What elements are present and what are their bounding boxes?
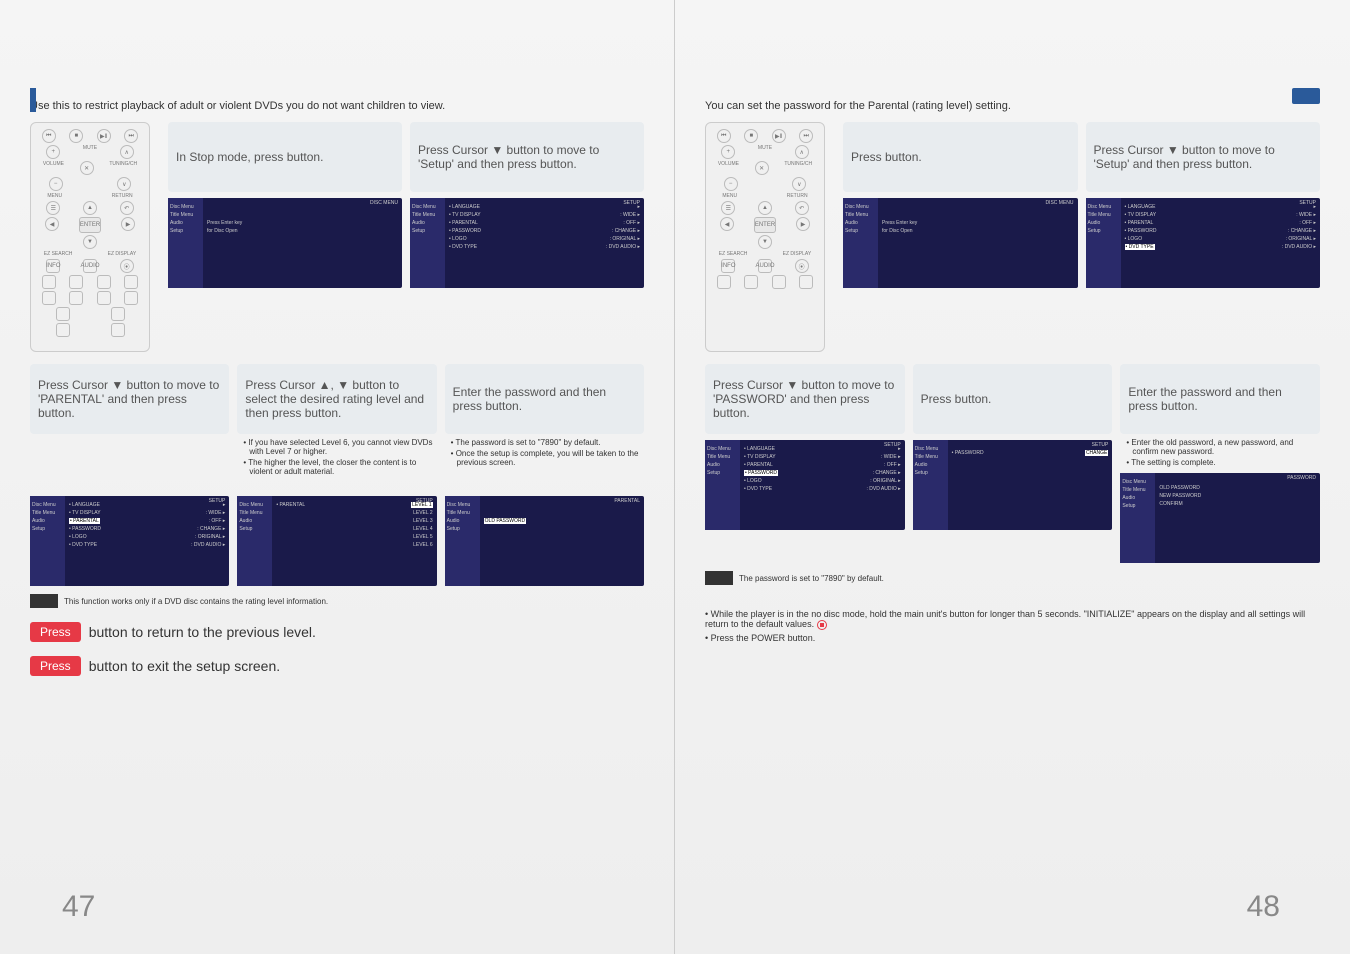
stop-icon bbox=[817, 620, 827, 630]
step-5-right-notes: Enter the old password, a new password, … bbox=[1120, 438, 1320, 467]
step-5-right-text: Enter the password and then press button… bbox=[1120, 364, 1320, 434]
page-spread: Use this to restrict playback of adult o… bbox=[0, 0, 1350, 954]
screenshot-change: SETUP Disc MenuTitle MenuAudioSetup • PA… bbox=[913, 440, 1113, 530]
page-number-right: 48 bbox=[1247, 890, 1280, 924]
note-text: This function works only if a DVD disc c… bbox=[64, 597, 328, 606]
row-2-heads: Press Cursor ▼ button to move to 'PARENT… bbox=[30, 364, 644, 478]
screenshot-disc-menu: DISC MENU Disc MenuTitle MenuAudioSetup … bbox=[168, 198, 402, 288]
step-2-right-text: Press Cursor ▼ button to move to 'Setup'… bbox=[1086, 122, 1321, 192]
step-4-text: Press Cursor ▲, ▼ button to select the d… bbox=[237, 364, 436, 434]
note-row: This function works only if a DVD disc c… bbox=[30, 594, 644, 608]
step-1-right-text: Press button. bbox=[843, 122, 1078, 192]
note-row-right: The password is set to "7890" by default… bbox=[705, 571, 1320, 585]
step-5-text: Enter the password and then press button… bbox=[445, 364, 644, 434]
row-1-right: ⏮■▶Ⅱ⏭ +MUTE∧ VOLUME✕TUNING/CH −∨ MENURET… bbox=[705, 122, 1320, 352]
screenshot-password-fields: PASSWORD Disc MenuTitle MenuAudioSetup O… bbox=[1120, 473, 1320, 563]
intro-text-right: You can set the password for the Parenta… bbox=[705, 100, 1320, 112]
note-tag bbox=[705, 571, 733, 585]
screenshot-old-password: PARENTAL Disc MenuTitle MenuAudioSetup O… bbox=[445, 496, 644, 586]
step-1-text: In Stop mode, press button. bbox=[168, 122, 402, 192]
step-1-right: Press button. DISC MENU Disc MenuTitle M… bbox=[843, 122, 1078, 352]
row-1: ⏮■▶Ⅱ⏭ +MUTE∧ VOLUME✕TUNING/CH −∨ MENURET… bbox=[30, 122, 644, 352]
heading-bar bbox=[30, 88, 36, 112]
step-5-notes: The password is set to "7890" by default… bbox=[445, 438, 644, 467]
step-3-text: Press Cursor ▼ button to move to 'PARENT… bbox=[30, 364, 229, 434]
screenshot-levels: SETUP Disc MenuTitle MenuAudioSetup • PA… bbox=[237, 496, 436, 586]
note-tag bbox=[30, 594, 58, 608]
page-number: 47 bbox=[62, 890, 95, 924]
press-pill: Press bbox=[30, 622, 81, 642]
footer-exit: Press button to exit the setup screen. bbox=[30, 656, 644, 676]
step-2: Press Cursor ▼ button to move to 'Setup'… bbox=[410, 122, 644, 352]
screenshot-disc-right: DISC MENU Disc MenuTitle MenuAudioSetup … bbox=[843, 198, 1078, 288]
remote-illustration: ⏮■▶Ⅱ⏭ +MUTE∧ VOLUME✕TUNING/CH −∨ MENURET… bbox=[30, 122, 150, 352]
row-2-right: Press Cursor ▼ button to move to 'PASSWO… bbox=[705, 364, 1320, 563]
step-4-right-text: Press button. bbox=[913, 364, 1113, 434]
step-1: In Stop mode, press button. DISC MENU Di… bbox=[168, 122, 402, 352]
heading-bar-right bbox=[1292, 88, 1320, 104]
step-4-notes: If you have selected Level 6, you cannot… bbox=[237, 438, 436, 476]
footer-return-text: button to return to the previous level. bbox=[89, 624, 316, 640]
reset-instructions: • While the player is in the no disc mod… bbox=[705, 609, 1320, 643]
page-right: You can set the password for the Parenta… bbox=[675, 0, 1350, 954]
footer-exit-text: button to exit the setup screen. bbox=[89, 658, 280, 674]
intro-text: Use this to restrict playback of adult o… bbox=[30, 100, 644, 112]
step-3-right-text: Press Cursor ▼ button to move to 'PASSWO… bbox=[705, 364, 905, 434]
step-2-text: Press Cursor ▼ button to move to 'Setup'… bbox=[410, 122, 644, 192]
row-2-shots: SETUP Disc MenuTitle MenuAudioSetup • LA… bbox=[30, 490, 644, 586]
press-pill: Press bbox=[30, 656, 81, 676]
note-text-right: The password is set to "7890" by default… bbox=[739, 574, 884, 583]
page-left: Use this to restrict playback of adult o… bbox=[0, 0, 675, 954]
remote-illustration-right: ⏮■▶Ⅱ⏭ +MUTE∧ VOLUME✕TUNING/CH −∨ MENURET… bbox=[705, 122, 825, 352]
screenshot-password-hl: SETUP Disc MenuTitle MenuAudioSetup • LA… bbox=[705, 440, 905, 530]
screenshot-setup: SETUP Disc MenuTitle MenuAudioSetup • LA… bbox=[410, 198, 644, 288]
screenshot-setup-right: SETUP Disc MenuTitle MenuAudioSetup • LA… bbox=[1086, 198, 1321, 288]
footer-return: Press button to return to the previous l… bbox=[30, 622, 644, 642]
step-2-right: Press Cursor ▼ button to move to 'Setup'… bbox=[1086, 122, 1321, 352]
screenshot-parental-hl: SETUP Disc MenuTitle MenuAudioSetup • LA… bbox=[30, 496, 229, 586]
